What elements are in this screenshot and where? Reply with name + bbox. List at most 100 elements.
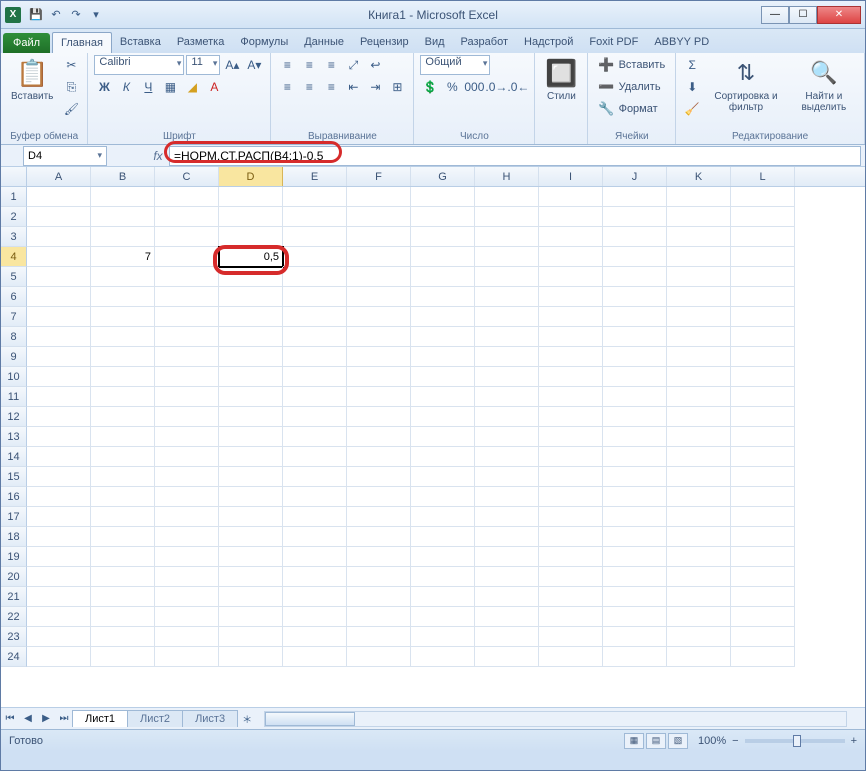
cell-K15[interactable] [667,467,731,487]
sheet-tab[interactable]: Лист3 [182,710,238,727]
cut-icon[interactable]: ✂ [61,55,81,75]
cell-B12[interactable] [91,407,155,427]
name-box[interactable]: D4 [23,146,107,166]
cell-C24[interactable] [155,647,219,667]
cell-E7[interactable] [283,307,347,327]
grow-font-icon[interactable]: A▴ [222,55,242,75]
cell-F10[interactable] [347,367,411,387]
cell-D18[interactable] [219,527,283,547]
cell-A22[interactable] [27,607,91,627]
cell-I4[interactable] [539,247,603,267]
redo-icon[interactable]: ↷ [67,6,85,24]
tab-разработ[interactable]: Разработ [453,32,516,53]
zoom-out-icon[interactable]: − [732,735,738,747]
cell-F8[interactable] [347,327,411,347]
cell-D6[interactable] [219,287,283,307]
column-header[interactable]: H [475,167,539,186]
cell-A21[interactable] [27,587,91,607]
cell-I21[interactable] [539,587,603,607]
insert-cells-button[interactable]: ➕Вставить [594,55,669,75]
save-icon[interactable]: 💾 [27,6,45,24]
decrease-decimal-icon[interactable]: .0← [508,77,528,97]
cell-H21[interactable] [475,587,539,607]
cell-G22[interactable] [411,607,475,627]
cell-F17[interactable] [347,507,411,527]
row-header[interactable]: 16 [1,487,27,507]
cell-K23[interactable] [667,627,731,647]
cell-A10[interactable] [27,367,91,387]
number-format-combo[interactable]: Общий [420,55,490,75]
cell-B18[interactable] [91,527,155,547]
cell-L22[interactable] [731,607,795,627]
cell-A20[interactable] [27,567,91,587]
cell-C23[interactable] [155,627,219,647]
cell-G4[interactable] [411,247,475,267]
cell-L5[interactable] [731,267,795,287]
cell-C20[interactable] [155,567,219,587]
cell-H22[interactable] [475,607,539,627]
row-header[interactable]: 8 [1,327,27,347]
cell-H9[interactable] [475,347,539,367]
cell-K5[interactable] [667,267,731,287]
qat-dropdown-icon[interactable]: ▾ [87,6,105,24]
cell-D8[interactable] [219,327,283,347]
cell-B21[interactable] [91,587,155,607]
cell-H11[interactable] [475,387,539,407]
cell-L17[interactable] [731,507,795,527]
cell-G12[interactable] [411,407,475,427]
row-header[interactable]: 6 [1,287,27,307]
cell-F9[interactable] [347,347,411,367]
row-header[interactable]: 5 [1,267,27,287]
shrink-font-icon[interactable]: A▾ [244,55,264,75]
cell-H1[interactable] [475,187,539,207]
cell-J4[interactable] [603,247,667,267]
tab-abbyy pd[interactable]: ABBYY PD [646,32,717,53]
cell-K21[interactable] [667,587,731,607]
cell-A24[interactable] [27,647,91,667]
cell-F18[interactable] [347,527,411,547]
cell-C5[interactable] [155,267,219,287]
cell-D21[interactable] [219,587,283,607]
cell-J11[interactable] [603,387,667,407]
cell-D19[interactable] [219,547,283,567]
cell-L23[interactable] [731,627,795,647]
cell-L3[interactable] [731,227,795,247]
cell-E8[interactable] [283,327,347,347]
tab-главная[interactable]: Главная [52,32,112,53]
cell-I13[interactable] [539,427,603,447]
cell-I5[interactable] [539,267,603,287]
cell-L19[interactable] [731,547,795,567]
cell-B2[interactable] [91,207,155,227]
cell-B24[interactable] [91,647,155,667]
cell-F16[interactable] [347,487,411,507]
cell-I3[interactable] [539,227,603,247]
cell-F12[interactable] [347,407,411,427]
cell-G7[interactable] [411,307,475,327]
column-header[interactable]: L [731,167,795,186]
view-break-icon[interactable]: ▧ [668,733,688,749]
cell-G13[interactable] [411,427,475,447]
cell-J18[interactable] [603,527,667,547]
cell-L4[interactable] [731,247,795,267]
cell-G16[interactable] [411,487,475,507]
increase-indent-icon[interactable]: ⇥ [365,77,385,97]
cell-A15[interactable] [27,467,91,487]
cell-I6[interactable] [539,287,603,307]
cell-E17[interactable] [283,507,347,527]
column-header[interactable]: B [91,167,155,186]
cell-I12[interactable] [539,407,603,427]
row-header[interactable]: 14 [1,447,27,467]
cell-I22[interactable] [539,607,603,627]
cell-K16[interactable] [667,487,731,507]
cell-L21[interactable] [731,587,795,607]
cell-I7[interactable] [539,307,603,327]
cell-A11[interactable] [27,387,91,407]
cell-C11[interactable] [155,387,219,407]
cell-E6[interactable] [283,287,347,307]
maximize-button[interactable]: ☐ [789,6,817,24]
cell-J9[interactable] [603,347,667,367]
row-header[interactable]: 12 [1,407,27,427]
cell-H7[interactable] [475,307,539,327]
sheet-nav-prev-icon[interactable]: ◀ [19,710,37,728]
row-header[interactable]: 2 [1,207,27,227]
